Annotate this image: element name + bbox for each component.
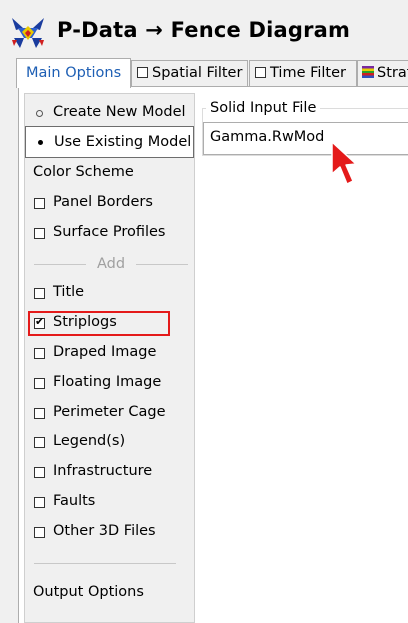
app-logo-icon xyxy=(10,14,46,50)
add-section-divider: Add xyxy=(34,256,188,272)
tab-label: Main Options xyxy=(26,65,122,81)
use-existing-model-radio[interactable]: Use Existing Model xyxy=(25,126,194,158)
window-title: P-Data → Fence Diagram xyxy=(57,18,351,42)
checkbox-label: Infrastructure xyxy=(53,463,153,479)
checkbox-label: Floating Image xyxy=(53,374,162,390)
create-new-model-radio[interactable]: Create New Model xyxy=(25,98,194,126)
checkbox-icon xyxy=(34,497,45,508)
checkbox-label: Panel Borders xyxy=(53,194,153,210)
button-label: Output Options xyxy=(33,584,144,600)
solid-input-file-field[interactable]: Gamma.RwMod xyxy=(203,122,408,155)
other-3d-files-checkbox[interactable]: Other 3D Files xyxy=(25,517,194,545)
checkbox-label: Other 3D Files xyxy=(53,523,156,539)
faults-checkbox[interactable]: Faults xyxy=(25,487,194,515)
button-label: Color Scheme xyxy=(33,164,134,180)
checkbox-icon xyxy=(34,378,45,389)
tab-time-filter[interactable]: Time Filter xyxy=(249,60,357,86)
checkbox-icon xyxy=(34,467,45,478)
panel-borders-checkbox[interactable]: Panel Borders xyxy=(25,188,194,216)
tab-strat[interactable]: Strat xyxy=(357,60,408,86)
surface-profiles-checkbox[interactable]: Surface Profiles xyxy=(25,218,194,246)
tab-label: Strat xyxy=(377,65,408,81)
divider-line xyxy=(34,264,86,265)
solid-input-file-label: Solid Input File xyxy=(206,100,321,116)
radio-label: Create New Model xyxy=(53,104,186,120)
checkbox-icon xyxy=(34,408,45,419)
options-sidebar: Create New Model Use Existing Model Colo… xyxy=(24,93,195,623)
checkbox-icon[interactable] xyxy=(137,67,148,78)
divider-line xyxy=(136,264,188,265)
checkbox-label: Faults xyxy=(53,493,96,509)
stratigraphy-icon xyxy=(362,66,374,78)
checkbox-icon xyxy=(34,348,45,359)
tab-label: Time Filter xyxy=(270,65,347,81)
checkbox-icon xyxy=(34,437,45,448)
title-bar: P-Data → Fence Diagram xyxy=(0,0,408,60)
tab-main-options[interactable]: Main Options xyxy=(16,58,131,88)
radio-label: Use Existing Model xyxy=(54,134,192,150)
tab-strip: Main Options Spatial Filter Time Filter … xyxy=(0,58,408,88)
color-scheme-button[interactable]: Color Scheme xyxy=(25,158,194,186)
checkbox-label: Legend(s) xyxy=(53,433,126,449)
floating-image-checkbox[interactable]: Floating Image xyxy=(25,368,194,396)
checkbox-label: Perimeter Cage xyxy=(53,404,166,420)
radio-selected-icon xyxy=(36,138,45,147)
output-options-button[interactable]: Output Options xyxy=(25,578,194,606)
checkbox-icon xyxy=(34,198,45,209)
pointer-arrow-icon xyxy=(331,141,357,185)
section-separator xyxy=(34,563,176,564)
checkbox-label: Surface Profiles xyxy=(53,224,166,240)
divider-label: Add xyxy=(96,256,126,272)
striplogs-highlight-box xyxy=(28,311,170,336)
checkbox-icon xyxy=(34,288,45,299)
tab-spatial-filter[interactable]: Spatial Filter xyxy=(131,60,248,86)
checkbox-icon xyxy=(34,527,45,538)
draped-image-checkbox[interactable]: Draped Image xyxy=(25,338,194,366)
perimeter-cage-checkbox[interactable]: Perimeter Cage xyxy=(25,398,194,426)
tab-label: Spatial Filter xyxy=(152,65,243,81)
checkbox-label: Draped Image xyxy=(53,344,157,360)
legends-checkbox[interactable]: Legend(s) xyxy=(25,427,194,455)
checkbox-icon xyxy=(34,228,45,239)
checkbox-icon[interactable] xyxy=(255,67,266,78)
infrastructure-checkbox[interactable]: Infrastructure xyxy=(25,457,194,485)
radio-unselected-icon xyxy=(36,110,43,117)
checkbox-label: Title xyxy=(53,284,85,300)
title-checkbox[interactable]: Title xyxy=(25,278,194,306)
